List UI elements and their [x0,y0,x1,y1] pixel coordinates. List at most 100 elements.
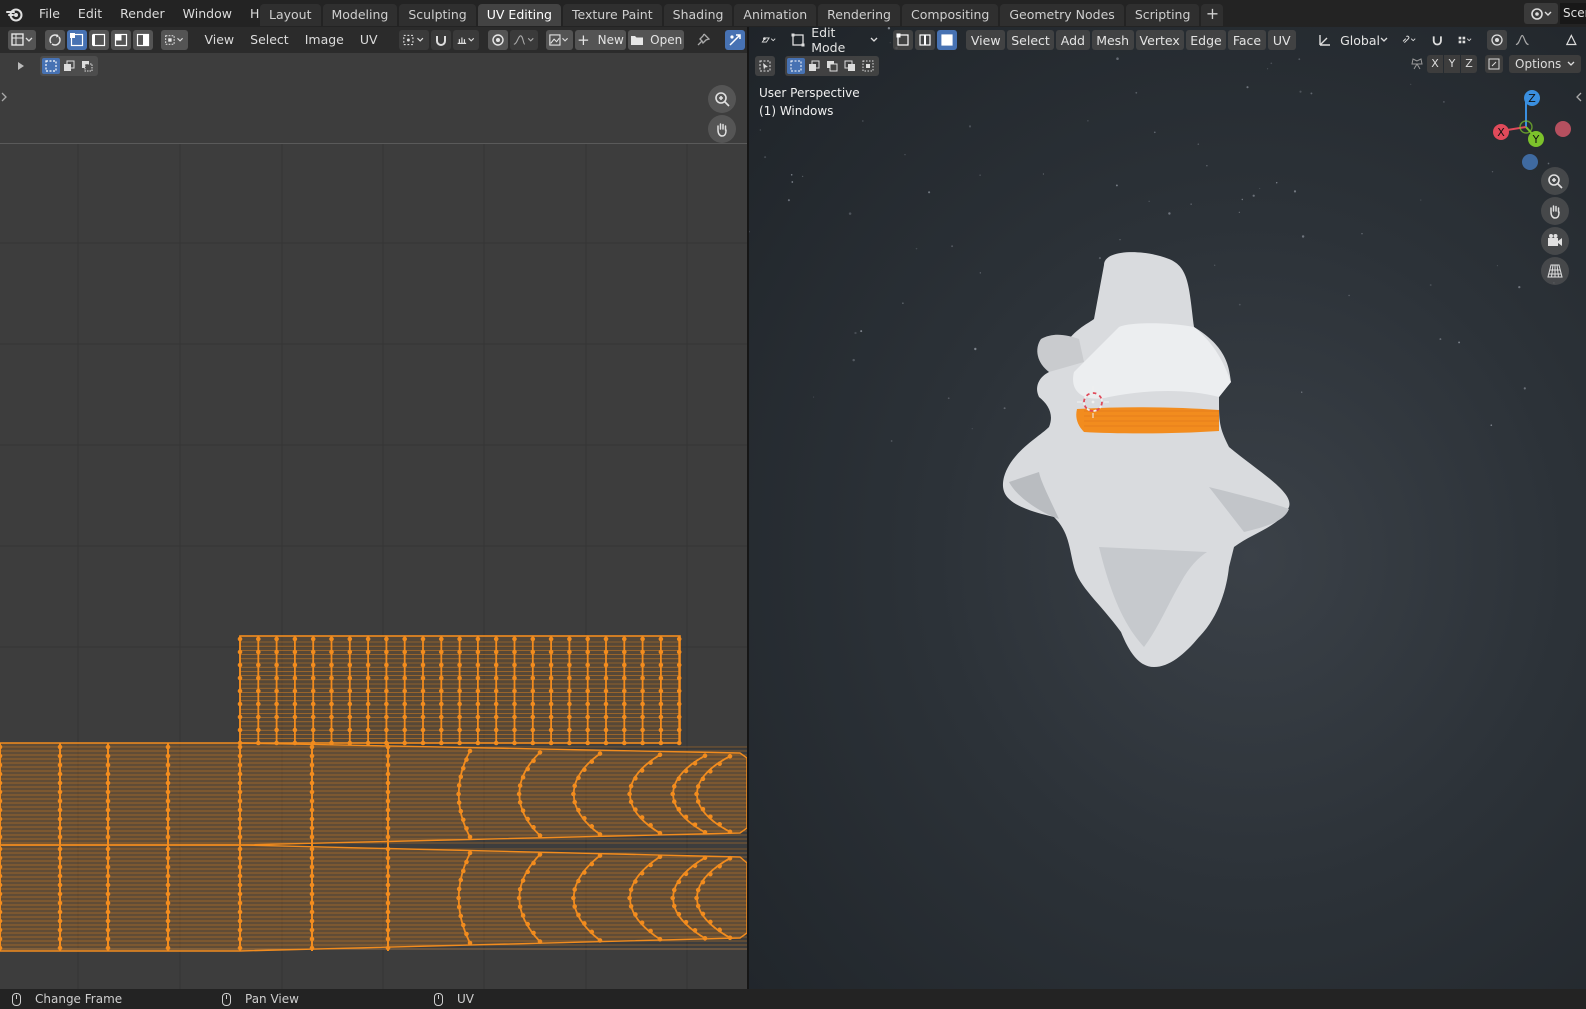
uv-island-top [237,635,682,746]
select-tool-icon[interactable] [755,56,775,76]
new-image-button[interactable]: + New [574,30,627,50]
perspective-toggle-icon[interactable] [1541,257,1569,285]
navigation-gizmo[interactable]: Z X Y [1481,82,1571,172]
snap-toggle-icon[interactable] [430,30,451,50]
select-new-icon[interactable] [787,58,805,74]
chevron-down-icon [1567,61,1575,67]
edge-mode-icon[interactable] [915,30,936,50]
pivot-point-icon[interactable] [1395,30,1423,50]
select-box-mode-group [40,56,98,76]
view-name-label: User Perspective [759,86,860,100]
menu-uv-select[interactable]: Select [242,30,297,50]
face-select-mode-icon[interactable] [110,30,131,50]
gizmo-toggle-icon[interactable] [724,30,745,50]
left-panel-toggle-icon[interactable] [0,91,8,103]
viewport-editor-type-icon[interactable] [755,30,783,50]
scene-name-field[interactable]: Scen [1560,3,1586,24]
edge-select-mode-icon[interactable] [88,30,109,50]
tab-rendering[interactable]: Rendering [818,4,900,26]
mode-selector[interactable]: Edit Mode [785,27,884,55]
falloff-icon[interactable] [1509,30,1535,50]
menu-uv-uv[interactable]: UV [352,30,386,50]
right-panel-toggle-icon[interactable] [1575,91,1583,103]
tab-layout[interactable]: Layout [260,4,321,26]
pin-icon[interactable] [693,30,713,50]
falloff-curve-icon[interactable] [509,30,538,50]
menu-view[interactable]: View [966,30,1006,50]
gizmo-y-label: Y [1532,133,1540,146]
orientation-label: Global [1340,32,1380,48]
viewport-header: Edit Mode View Select Add Mesh Vertex Ed… [749,27,1586,55]
menu-uv-image[interactable]: Image [297,30,352,50]
viewport-tool-row [755,55,879,77]
select-subtract-icon[interactable] [823,58,841,74]
proportional-edit-icon[interactable] [1487,30,1508,50]
image-browse-icon[interactable] [546,30,573,50]
mirror-x-toggle[interactable]: X [1427,55,1443,73]
menu-vertex[interactable]: Vertex [1135,30,1184,50]
3d-viewport[interactable]: Edit Mode View Select Add Mesh Vertex Ed… [749,27,1586,989]
menu-edit[interactable]: Edit [69,3,111,25]
select-invert-icon[interactable] [841,58,859,74]
select-extend-icon[interactable] [60,58,78,74]
menu-mesh[interactable]: Mesh [1091,30,1134,50]
tab-compositing[interactable]: Compositing [902,4,999,26]
pan-view-icon[interactable] [1541,197,1569,225]
select-extend-icon[interactable] [805,58,823,74]
sticky-selection-icon[interactable] [161,30,188,50]
mirror-axis-group: X Y Z Options [1411,55,1582,73]
menu-uv[interactable]: UV [1267,30,1296,50]
tab-uv-editing[interactable]: UV Editing [477,4,561,26]
options-dropdown[interactable]: Options [1509,55,1582,73]
uv-sync-selection-icon[interactable] [44,30,65,50]
proportional-editing-icon[interactable] [487,30,508,50]
menu-add[interactable]: Add [1055,30,1090,50]
vertex-mode-icon[interactable] [893,30,914,50]
snap-icon[interactable] [1425,30,1450,50]
snap-target-grid-icon[interactable] [1452,30,1478,50]
select-intersect-icon[interactable] [859,58,877,74]
vertex-select-mode-icon[interactable] [66,30,87,50]
butterfly-icon [1411,58,1423,70]
camera-view-icon[interactable] [1541,227,1569,255]
open-image-button[interactable]: Open [628,30,685,50]
mirror-z-toggle[interactable]: Z [1461,55,1477,73]
mirror-y-toggle[interactable]: Y [1444,55,1460,73]
menu-render[interactable]: Render [111,3,174,25]
select-new-icon[interactable] [42,58,60,74]
menu-select[interactable]: Select [1007,30,1054,50]
island-select-mode-icon[interactable] [132,30,153,50]
pan-view-icon[interactable] [708,115,736,143]
tab-shading[interactable]: Shading [663,4,733,26]
select-subtract-icon[interactable] [78,58,96,74]
menu-uv-view[interactable]: View [196,30,242,50]
editor-type-icon[interactable] [8,30,36,50]
zoom-view-icon[interactable] [1541,167,1569,195]
face-mode-icon[interactable] [937,30,958,50]
menu-edge[interactable]: Edge [1185,30,1227,50]
status-pan-view-label: Pan View [245,992,299,1006]
zoom-view-icon[interactable] [708,85,736,113]
auto-merge-icon[interactable] [1485,55,1503,73]
uv-grid-canvas[interactable] [0,85,747,989]
blender-logo-icon[interactable] [0,0,30,27]
menu-window[interactable]: Window [174,3,241,25]
transform-orientation-dropdown[interactable]: Global [1312,30,1393,50]
tab-geometry-nodes[interactable]: Geometry Nodes [1000,4,1124,26]
sidebar-toggle-icon[interactable] [12,57,30,75]
plus-icon: + [577,31,590,49]
menu-face[interactable]: Face [1228,30,1266,50]
tab-scripting[interactable]: Scripting [1125,4,1200,26]
menu-file[interactable]: File [30,3,69,25]
snap-target-icon[interactable] [452,30,479,50]
chevron-down-icon [870,37,878,43]
viewport-overlay-icon[interactable] [1559,30,1584,50]
pivot-point-icon[interactable] [399,30,429,50]
workspace-tabs: Layout Modeling Sculpting UV Editing Tex… [260,4,1224,27]
tab-texture-paint[interactable]: Texture Paint [562,4,662,26]
tab-animation[interactable]: Animation [734,4,817,26]
tab-modeling[interactable]: Modeling [322,4,398,26]
add-workspace-button[interactable]: + [1201,4,1224,26]
scene-selector-button[interactable] [1524,3,1558,24]
tab-sculpting[interactable]: Sculpting [399,4,476,26]
